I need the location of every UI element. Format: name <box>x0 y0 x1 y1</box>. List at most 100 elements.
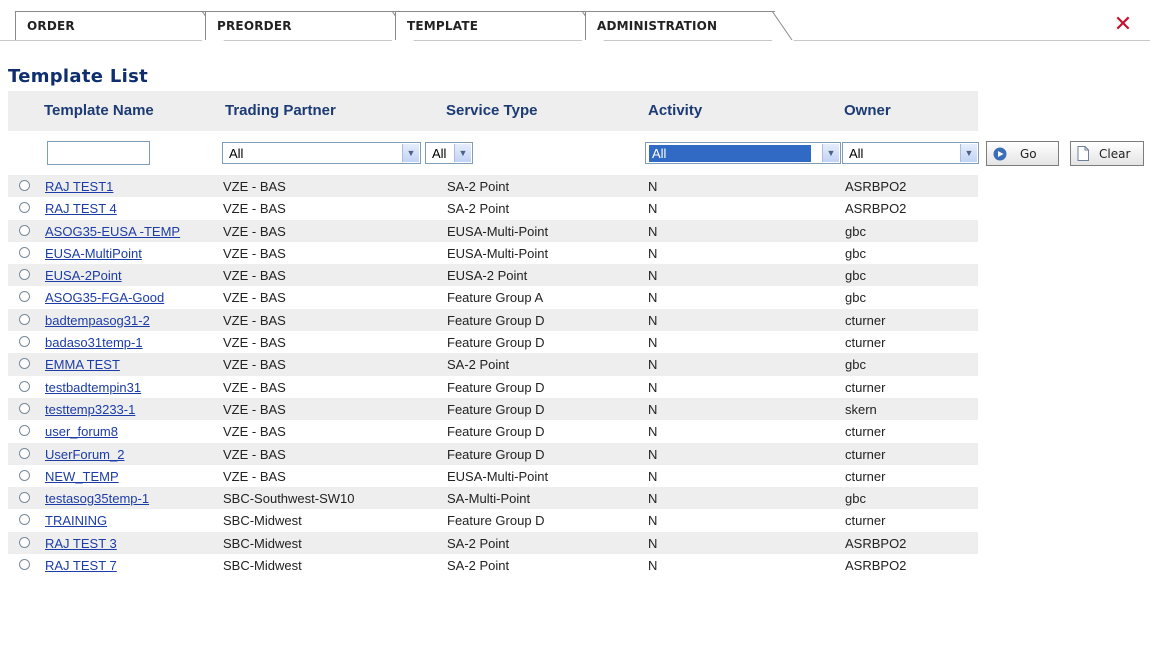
template-name-link[interactable]: ASOG35-EUSA -TEMP <box>45 224 180 239</box>
template-name-link[interactable]: user_forum8 <box>45 424 118 439</box>
row-select-radio[interactable] <box>19 492 30 504</box>
close-icon[interactable]: ✕ <box>1112 14 1134 36</box>
row-select-radio[interactable] <box>19 559 30 571</box>
row-select-radio[interactable] <box>19 514 30 526</box>
owner-cell: cturner <box>845 335 886 351</box>
trading-partner-cell: SBC-Southwest-SW10 <box>223 491 355 507</box>
owner-cell: ASRBPO2 <box>845 179 907 194</box>
owner-select[interactable]: All ▼ <box>842 142 979 164</box>
column-header-template-name[interactable]: Template Name <box>44 102 154 119</box>
row-select-radio[interactable] <box>19 224 30 236</box>
row-select-radio[interactable] <box>19 380 30 392</box>
activity-select[interactable]: All ▼ <box>645 142 841 164</box>
template-name-link[interactable]: testtemp3233-1 <box>45 402 135 417</box>
column-header-owner[interactable]: Owner <box>844 102 891 119</box>
trading-partner-cell: VZE - BAS <box>223 179 286 194</box>
table-row[interactable]: user_forum8 VZE - BAS Feature Group D Nctur… <box>8 420 978 443</box>
service-type-cell: SA-2 Point <box>447 558 510 574</box>
template-name-link[interactable]: UserForum_2 <box>45 447 124 462</box>
page-title: Template List <box>8 66 148 87</box>
template-name-link[interactable]: EUSA-MultiPoint <box>45 246 142 261</box>
tab-administration-edge <box>772 11 794 41</box>
table-row[interactable]: ASOG35-FGA-Good VZE - BAS Feature Group A N… <box>8 286 978 309</box>
chevron-down-icon[interactable]: ▼ <box>454 144 471 162</box>
table-row[interactable]: EUSA-2Point VZE - BAS EUSA-2 Point Ngbc <box>8 264 978 287</box>
table-row[interactable]: UserForum_2 VZE - BAS Feature Group D Nctur… <box>8 442 978 465</box>
table-row[interactable]: testtemp3233-1 VZE - BAS Feature Group D Ns… <box>8 397 978 421</box>
column-header-service-type[interactable]: Service Type <box>446 102 537 119</box>
service-type-cell: Feature Group D <box>447 379 545 395</box>
service-type-cell: Feature Group A <box>447 290 544 306</box>
tab-order[interactable]: ORDER <box>15 11 224 41</box>
template-name-link[interactable]: RAJ TEST 3 <box>45 536 117 551</box>
tab-template[interactable]: TEMPLATE <box>395 11 604 41</box>
table-row[interactable]: RAJ TEST 4 VZE - BAS SA-2 Point N ASRBPO2 <box>8 197 978 220</box>
activity-cell: N <box>648 491 658 507</box>
service-type-cell: SA-2 Point <box>447 201 510 217</box>
column-header-trading-partner[interactable]: Trading Partner <box>225 102 336 119</box>
row-select-radio[interactable] <box>19 469 30 481</box>
chevron-down-icon[interactable]: ▼ <box>402 144 419 162</box>
clear-button[interactable]: Clear <box>1070 141 1144 166</box>
template-name-link[interactable]: badtempasog31-2 <box>45 313 150 328</box>
trading-partner-cell: VZE - BAS <box>223 268 286 284</box>
row-select-radio[interactable] <box>19 536 30 548</box>
table-row[interactable]: badtempasog31-2 VZE - BAS Feature Group D N… <box>8 308 978 332</box>
row-select-radio[interactable] <box>19 447 30 459</box>
row-select-radio[interactable] <box>19 180 30 191</box>
template-name-link[interactable]: ASOG35-FGA-Good <box>45 290 164 305</box>
template-name-link[interactable]: RAJ TEST1 <box>45 179 113 194</box>
template-name-link[interactable]: RAJ TEST 7 <box>45 558 117 573</box>
table-row[interactable]: TRAINING SBC-Midwest Feature Group D Ncturn… <box>8 509 978 532</box>
table-row[interactable]: EMMA TEST VZE - BAS SA-2 Point Ngbc <box>8 353 978 376</box>
column-header-activity[interactable]: Activity <box>648 102 702 119</box>
trading-partner-select-value: All <box>229 146 244 161</box>
service-type-cell: SA-Multi-Point <box>447 491 531 507</box>
chevron-down-icon[interactable]: ▼ <box>960 144 977 162</box>
service-type-cell: EUSA-Multi-Point <box>447 223 549 239</box>
table-row[interactable]: EUSA-MultiPoint VZE - BAS EUSA-Multi-Point… <box>8 241 978 265</box>
activity-cell: N <box>648 558 658 574</box>
trading-partner-cell: VZE - BAS <box>223 401 286 417</box>
table-row[interactable]: RAJ TEST 7 SBC-Midwest SA-2 Point N ASRBPO2 <box>8 554 978 577</box>
row-select-radio[interactable] <box>19 313 30 325</box>
tab-preorder-label: PREORDER <box>217 19 292 33</box>
table-row[interactable]: testasog35temp-1 SBC-Southwest-SW10 SA-Mul… <box>8 487 978 510</box>
service-type-cell: SA-2 Point <box>447 535 510 551</box>
row-select-radio[interactable] <box>19 202 30 214</box>
tab-bar: ORDER PREORDER TEMPLATE ADMINISTRATION ✕ <box>0 0 1150 42</box>
trading-partner-select[interactable]: All ▼ <box>222 142 421 164</box>
template-name-link[interactable]: TRAINING <box>45 513 107 528</box>
table-row[interactable]: testbadtempin31 VZE - BAS Feature Group D N… <box>8 375 978 398</box>
table-row[interactable]: RAJ TEST1 VZE - BAS SA-2 Point N ASRBPO2 <box>8 175 978 198</box>
row-select-radio[interactable] <box>19 246 30 258</box>
table-row[interactable]: NEW_TEMP VZE - BAS EUSA-Multi-Point Ncturne… <box>8 464 978 488</box>
template-name-link[interactable]: EUSA-2Point <box>45 268 122 283</box>
template-name-link[interactable]: EMMA TEST <box>45 357 120 372</box>
template-name-filter-input[interactable] <box>47 141 150 165</box>
owner-cell: cturner <box>845 513 886 529</box>
table-row[interactable]: RAJ TEST 3 SBC-Midwest SA-2 Point N ASRBPO2 <box>8 531 978 555</box>
template-name-link[interactable]: testbadtempin31 <box>45 380 141 395</box>
service-type-select[interactable]: All ▼ <box>425 142 473 164</box>
row-select-radio[interactable] <box>19 291 30 303</box>
tab-administration[interactable]: ADMINISTRATION <box>585 11 794 41</box>
template-name-link[interactable]: testasog35temp-1 <box>45 491 149 506</box>
table-row[interactable]: ASOG35-EUSA -TEMP VZE - BAS EUSA-Multi-Poi… <box>8 219 978 242</box>
row-select-radio[interactable] <box>19 402 30 414</box>
chevron-down-icon[interactable]: ▼ <box>822 144 839 162</box>
owner-cell: gbc <box>845 357 866 373</box>
service-type-cell: Feature Group D <box>447 513 545 529</box>
play-icon <box>993 147 1007 161</box>
row-select-radio[interactable] <box>19 269 30 281</box>
template-name-link[interactable]: badaso31temp-1 <box>45 335 143 350</box>
go-button[interactable]: Go <box>986 141 1059 166</box>
row-select-radio[interactable] <box>19 358 30 370</box>
trading-partner-cell: VZE - BAS <box>223 335 286 351</box>
template-name-link[interactable]: NEW_TEMP <box>45 469 119 484</box>
row-select-radio[interactable] <box>19 425 30 437</box>
tab-preorder[interactable]: PREORDER <box>205 11 414 41</box>
row-select-radio[interactable] <box>19 336 30 348</box>
table-row[interactable]: badaso31temp-1 VZE - BAS Feature Group D Nc… <box>8 331 978 354</box>
template-name-link[interactable]: RAJ TEST 4 <box>45 201 117 216</box>
